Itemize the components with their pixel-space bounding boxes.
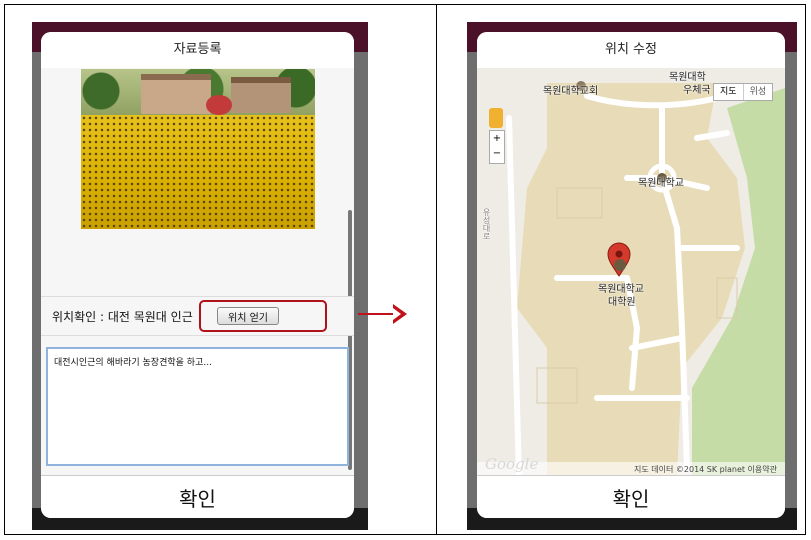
label-grad-school-2: 대학원: [608, 297, 636, 308]
label-church: 목원대학교회: [543, 86, 599, 97]
dialog-title: 위치 수정: [477, 32, 785, 68]
label-university: 목원대학교: [638, 178, 684, 189]
highlight-box: [199, 300, 327, 332]
map-view[interactable]: + − 지도 위성 목원대학교회 목원대학 우체국 목원대학교 목원대학교 대학…: [477, 68, 785, 476]
location-edit-dialog: 위치 수정 + − 지도 위성 목원대학교회 목원대학 우체국 목원대학교 목원…: [477, 32, 785, 518]
memo-textarea[interactable]: 대전시인근의 해바라기 농장견학을 하고...: [46, 347, 349, 466]
right-phone-screen: 위치 수정 + − 지도 위성 목원대학교회 목원대학 우체국 목원대학교 목원…: [467, 22, 797, 530]
confirm-button[interactable]: 확인: [41, 476, 354, 518]
map-type-satellite[interactable]: 위성: [742, 84, 773, 100]
zoom-control[interactable]: + −: [489, 130, 505, 164]
zoom-out-button[interactable]: −: [490, 146, 504, 161]
map-canvas: [506, 81, 785, 476]
confirm-button[interactable]: 확인: [477, 476, 785, 518]
map-type-control: 지도 위성: [713, 83, 774, 101]
left-phone-screen: 자료등록 위치확인 : 대전 목원대 인근 위치 얻기 대전시인근의 해바라기 …: [32, 22, 368, 530]
dialog-footer: 확인: [477, 475, 785, 518]
school-icon: [614, 259, 626, 271]
dialog-title: 자료등록: [41, 32, 354, 68]
sunflower-photo: [81, 69, 315, 229]
google-logo: Google: [485, 455, 539, 473]
location-label: 위치확인 : 대전 목원대 인근: [52, 310, 193, 324]
register-dialog: 자료등록 위치확인 : 대전 목원대 인근 위치 얻기 대전시인근의 해바라기 …: [41, 32, 354, 518]
label-post-office-2: 우체국: [683, 85, 711, 96]
location-row: 위치확인 : 대전 목원대 인근 위치 얻기: [41, 296, 354, 336]
map-type-map[interactable]: 지도: [714, 84, 743, 100]
dialog-body: 위치확인 : 대전 목원대 인근 위치 얻기 대전시인근의 해바라기 농장견학을…: [41, 68, 354, 476]
street-view-icon[interactable]: [489, 108, 503, 128]
dialog-footer: 확인: [41, 475, 354, 518]
label-road: 유성대로: [482, 208, 491, 240]
map-attribution[interactable]: 지도 데이터 ©2014 SK planet 이용약관: [634, 464, 777, 475]
zoom-in-button[interactable]: +: [490, 131, 504, 146]
panel-divider: [436, 4, 437, 535]
arrow-line: [358, 313, 398, 315]
